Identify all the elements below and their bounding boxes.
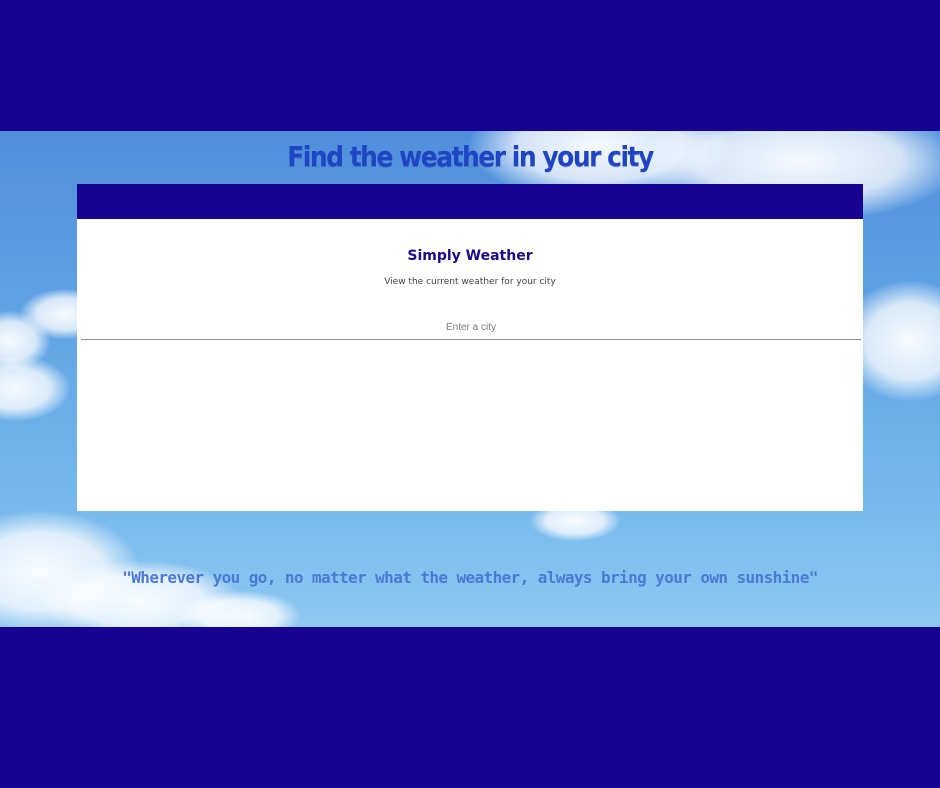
- page-heading: Find the weather in your city: [287, 140, 654, 173]
- bottom-band: [0, 627, 940, 788]
- top-band: [0, 0, 940, 131]
- weather-card: Simply Weather View the current weather …: [77, 184, 863, 511]
- app-title: Simply Weather: [407, 248, 533, 264]
- app-subtitle: View the current weather for your city: [384, 277, 556, 287]
- cloud-decoration: [0, 356, 70, 421]
- city-search-input[interactable]: [81, 316, 861, 340]
- sunshine-quote: "Wherever you go, no matter what the wea…: [122, 568, 818, 587]
- card-header-bar: [77, 184, 863, 219]
